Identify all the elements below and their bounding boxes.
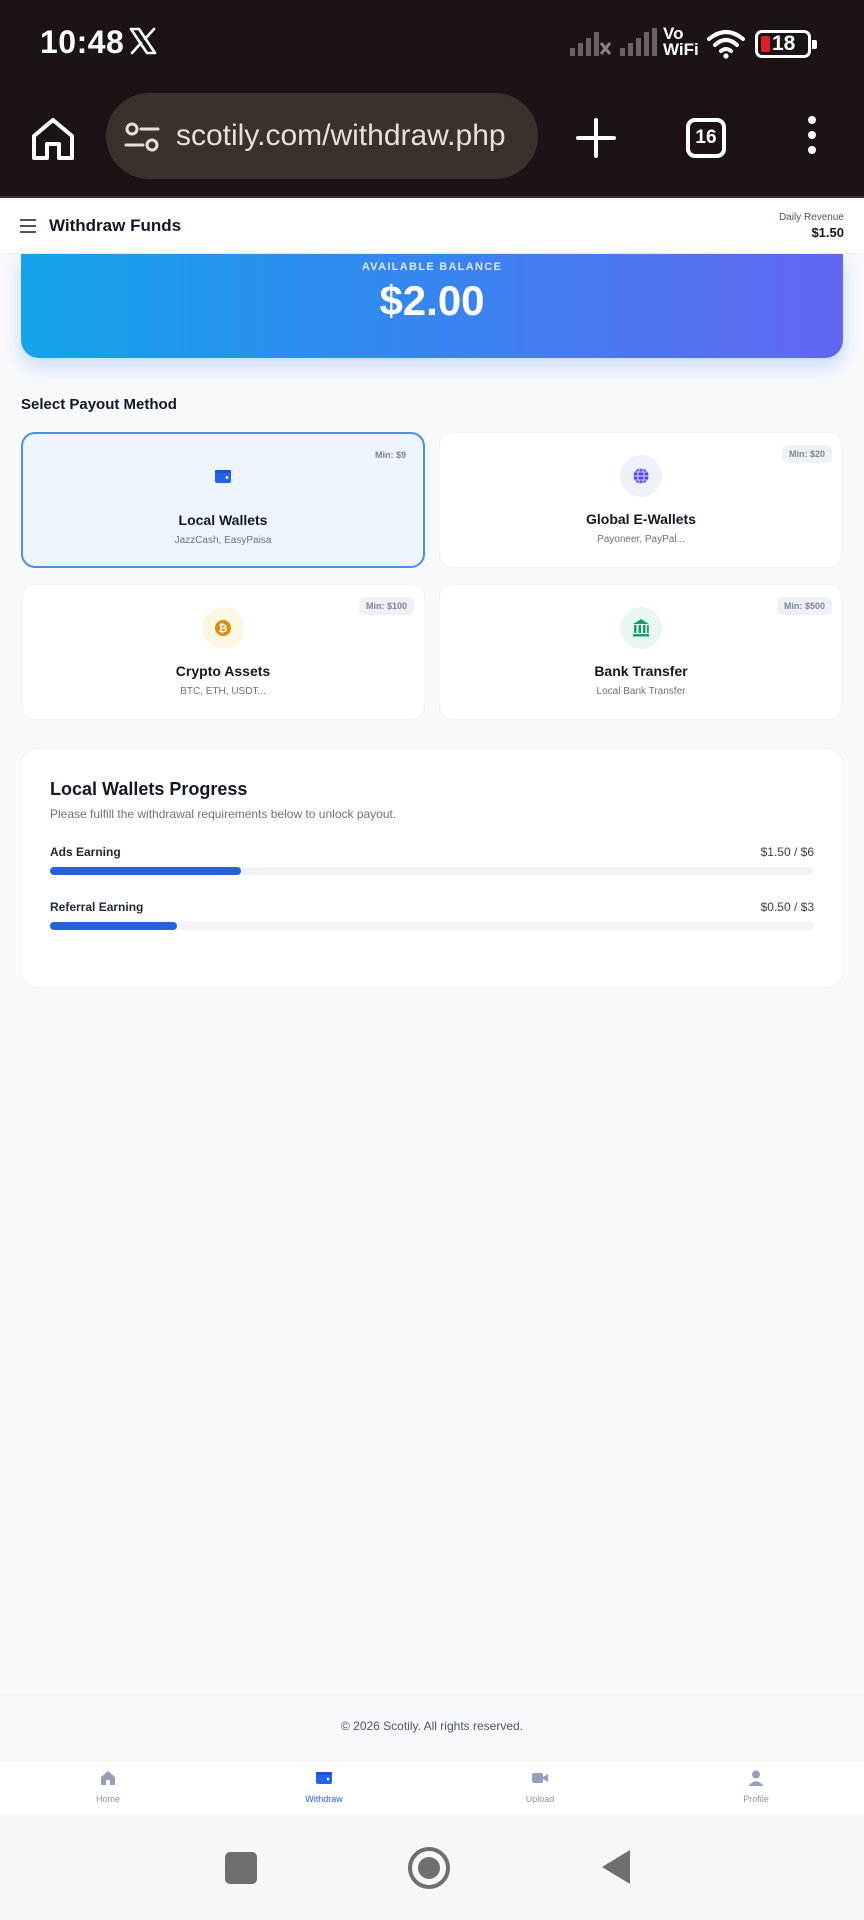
nav-item-profile[interactable]: Profile: [696, 1769, 816, 1804]
progress-track: [50, 867, 814, 875]
payout-sub: Local Bank Transfer: [596, 686, 686, 697]
progress-value: $1.50 / $6: [760, 845, 814, 859]
more-vert-icon[interactable]: [800, 116, 824, 160]
payout-card-crypto-assets[interactable]: Min: $100 ₿ Crypto Assets BTC, ETH, USDT…: [21, 584, 425, 720]
payout-sub: JazzCash, EasyPaisa: [174, 535, 272, 546]
address-bar[interactable]: scotily.com/withdraw.php: [106, 93, 538, 179]
payout-section-title: Select Payout Method: [21, 396, 177, 413]
min-badge: Min: $500: [776, 597, 832, 615]
page-title: Withdraw Funds: [49, 216, 182, 235]
progress-bar: [50, 922, 178, 930]
recents-button[interactable]: [225, 1852, 257, 1884]
menu-icon[interactable]: [20, 219, 36, 233]
browser-toolbar: scotily.com/withdraw.php 16: [0, 86, 864, 198]
payout-sub: Payoneer, PayPal...: [597, 534, 685, 545]
footer: © 2026 Scotily. All rights reserved.: [0, 1694, 864, 1760]
balance-card: AVAILABLE BALANCE $2.00: [21, 254, 843, 358]
vowifi-icon: Vo WiFi: [663, 25, 699, 59]
home-button[interactable]: [407, 1846, 451, 1890]
status-bar: 10:48 Vo WiFi 18: [0, 0, 864, 86]
nav-label: Home: [95, 1794, 120, 1804]
min-badge: Min: $100: [358, 597, 414, 615]
payout-card-bank-transfer[interactable]: Min: $500 Bank Transfer Local Bank Trans…: [439, 584, 843, 720]
signal-icon: [620, 28, 657, 56]
back-button[interactable]: [600, 1848, 632, 1886]
app-header: Withdraw Funds Daily Revenue $1.50: [0, 200, 864, 254]
payout-sub: BTC, ETH, USDT...: [180, 686, 266, 697]
progress-title: Local Wallets Progress: [50, 779, 248, 799]
bitcoin-icon: ₿: [202, 607, 244, 649]
payout-name: Global E-Wallets: [586, 511, 696, 527]
daily-revenue: Daily Revenue $1.50: [779, 212, 844, 240]
daily-revenue-value: $1.50: [811, 225, 844, 240]
bank-icon: [620, 607, 662, 649]
nav-item-upload[interactable]: Upload: [480, 1769, 600, 1804]
bottom-nav: Home Withdraw Upload Profile: [0, 1760, 864, 1814]
status-time: 10:48: [40, 24, 125, 60]
min-badge: Min: $9: [374, 450, 406, 460]
battery-percent: 18: [772, 32, 796, 55]
copyright-text: © 2026 Scotily. All rights reserved.: [340, 1719, 524, 1733]
nav-label: Withdraw: [305, 1794, 343, 1804]
payout-card-global-ewallets[interactable]: Min: $20 Global E-Wallets Payoneer, PayP…: [439, 432, 843, 568]
balance-label: AVAILABLE BALANCE: [361, 261, 503, 273]
video-camera-icon: [532, 1773, 548, 1783]
home-icon[interactable]: [28, 114, 78, 164]
payout-name: Crypto Assets: [175, 663, 271, 679]
nav-label: Upload: [525, 1794, 555, 1804]
user-icon: [748, 1770, 764, 1786]
wifi-icon: [707, 30, 745, 59]
svg-text:₿: ₿: [219, 623, 228, 635]
vowifi-wifi-text: WiFi: [663, 40, 699, 59]
progress-description: Please fulfill the withdrawal requiremen…: [50, 807, 397, 821]
daily-revenue-label: Daily Revenue: [778, 212, 844, 223]
signal-no-service-icon: [570, 32, 612, 56]
nav-item-withdraw[interactable]: Withdraw: [264, 1769, 384, 1804]
progress-card: Local Wallets Progress Please fulfill th…: [21, 748, 843, 988]
globe-icon: [620, 455, 662, 497]
progress-row-ads: Ads Earning $1.50 / $6: [50, 845, 814, 885]
new-tab-plus-icon[interactable]: [574, 116, 618, 160]
nav-label: Profile: [743, 1794, 769, 1804]
wallet-icon: [316, 1772, 332, 1784]
home-icon: [101, 1771, 115, 1785]
payout-name: Bank Transfer: [594, 663, 688, 679]
url-text: scotily.com/withdraw.php: [176, 119, 506, 152]
progress-label: Ads Earning: [50, 845, 121, 859]
payout-name: Local Wallets: [178, 512, 268, 528]
nav-item-home[interactable]: Home: [48, 1769, 168, 1804]
site-settings-icon[interactable]: [124, 121, 160, 153]
progress-label: Referral Earning: [50, 900, 144, 914]
tab-switcher-button[interactable]: 16: [686, 118, 726, 158]
progress-value: $0.50 / $3: [760, 900, 814, 914]
payout-card-local-wallets[interactable]: Min: $9 Local Wallets JazzCash, EasyPais…: [21, 432, 425, 568]
progress-row-referral: Referral Earning $0.50 / $3: [50, 900, 814, 940]
wallet-icon: [215, 470, 231, 483]
min-badge: Min: $20: [781, 445, 832, 463]
battery-level: [761, 36, 770, 52]
progress-track: [50, 922, 814, 930]
progress-bar: [50, 867, 241, 875]
x-logo-icon: [129, 27, 157, 55]
system-nav-bar: [0, 1814, 864, 1920]
balance-amount: $2.00: [379, 277, 485, 324]
battery-icon: 18: [755, 30, 817, 58]
